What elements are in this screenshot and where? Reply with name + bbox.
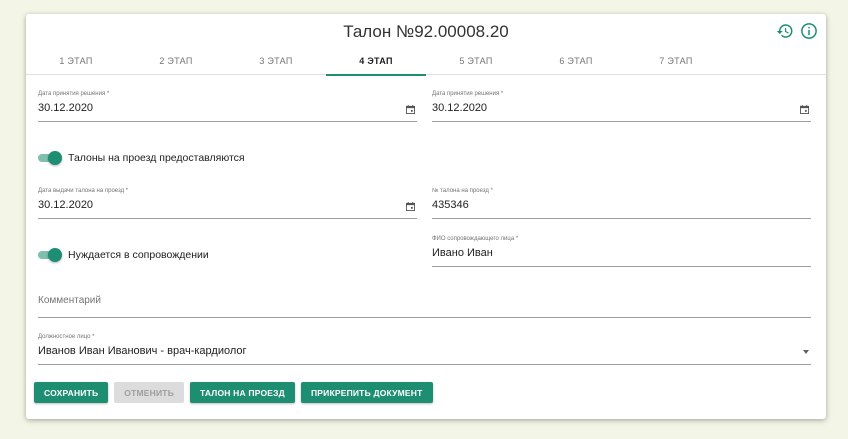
- calendar-icon[interactable]: [406, 202, 415, 211]
- comment-input[interactable]: Комментарий: [38, 295, 101, 306]
- tab-stage-4[interactable]: 4 ЭТАП: [326, 51, 426, 76]
- history-icon[interactable]: [776, 22, 794, 40]
- field-underline: [432, 121, 811, 122]
- tab-stage-7[interactable]: 7 ЭТАП: [626, 51, 726, 75]
- tickets-provided-row: Талоны на проезд предоставляются: [38, 151, 245, 165]
- needs-escort-row: Нуждается в сопровождении: [38, 248, 209, 262]
- calendar-icon[interactable]: [406, 105, 415, 114]
- field-label: ФИО сопровождающего лица *: [432, 236, 519, 242]
- field-underline: [432, 218, 811, 219]
- official-select[interactable]: Иванов Иван Иванович - врач-кардиолог: [38, 345, 247, 357]
- field-underline: [432, 266, 811, 267]
- ticket-number-field[interactable]: № талона на проезд * 435346: [432, 188, 811, 220]
- tickets-provided-toggle[interactable]: [38, 151, 62, 165]
- stage-tabs: 1 ЭТАП 2 ЭТАП 3 ЭТАП 4 ЭТАП 5 ЭТАП 6 ЭТА…: [26, 51, 826, 76]
- chevron-down-icon[interactable]: [803, 350, 809, 354]
- toggle-thumb: [48, 151, 62, 165]
- action-buttons: СОХРАНИТЬ ОТМЕНИТЬ ТАЛОН НА ПРОЕЗД ПРИКР…: [34, 382, 433, 403]
- cancel-button[interactable]: ОТМЕНИТЬ: [114, 382, 184, 403]
- field-label: Дата принятия решения *: [38, 91, 110, 97]
- field-underline: [38, 364, 811, 365]
- escort-name-field[interactable]: ФИО сопровождающего лица * Ивано Иван: [432, 236, 811, 268]
- calendar-icon[interactable]: [800, 105, 809, 114]
- ticket-number-input[interactable]: 435346: [432, 199, 469, 211]
- page-title: Талон №92.00008.20: [343, 22, 509, 41]
- escort-name-input[interactable]: Ивано Иван: [432, 247, 493, 259]
- ticket-card: Талон №92.00008.20 1 ЭТАП 2 ЭТАП 3 ЭТАП …: [26, 14, 826, 419]
- header-actions: [776, 22, 818, 40]
- needs-escort-toggle[interactable]: [38, 248, 62, 262]
- tab-stage-6[interactable]: 6 ЭТАП: [526, 51, 626, 75]
- tab-stage-2[interactable]: 2 ЭТАП: [126, 51, 226, 75]
- field-label: Дата выдачи талона на проезд *: [38, 188, 129, 194]
- ticket-issue-date-input[interactable]: 30.12.2020: [38, 199, 93, 211]
- tab-stage-3[interactable]: 3 ЭТАП: [226, 51, 326, 75]
- decision-date-left-input[interactable]: 30.12.2020: [38, 102, 93, 114]
- official-select-field[interactable]: Должностное лицо * Иванов Иван Иванович …: [38, 334, 811, 366]
- toggle-thumb: [48, 248, 62, 262]
- info-icon[interactable]: [800, 22, 818, 40]
- field-label: Должностное лицо *: [38, 334, 95, 340]
- decision-date-right-field[interactable]: Дата принятия решения * 30.12.2020: [432, 91, 811, 123]
- save-button[interactable]: СОХРАНИТЬ: [34, 382, 109, 403]
- decision-date-right-input[interactable]: 30.12.2020: [432, 102, 487, 114]
- field-underline: [38, 218, 417, 219]
- decision-date-left-field[interactable]: Дата принятия решения * 30.12.2020: [38, 91, 417, 123]
- comment-field[interactable]: Комментарий: [38, 287, 811, 319]
- tab-stage-1[interactable]: 1 ЭТАП: [26, 51, 126, 75]
- ticket-issue-date-field[interactable]: Дата выдачи талона на проезд * 30.12.202…: [38, 188, 417, 220]
- tickets-provided-label: Талоны на проезд предоставляются: [68, 152, 245, 164]
- field-label: Дата принятия решения *: [432, 91, 504, 97]
- ticket-button[interactable]: ТАЛОН НА ПРОЕЗД: [190, 382, 295, 403]
- tab-stage-5[interactable]: 5 ЭТАП: [426, 51, 526, 75]
- field-underline: [38, 121, 417, 122]
- field-label: № талона на проезд *: [432, 188, 493, 194]
- attach-document-button[interactable]: ПРИКРЕПИТЬ ДОКУМЕНТ: [300, 382, 433, 403]
- field-underline: [38, 317, 811, 318]
- needs-escort-label: Нуждается в сопровождении: [68, 249, 209, 261]
